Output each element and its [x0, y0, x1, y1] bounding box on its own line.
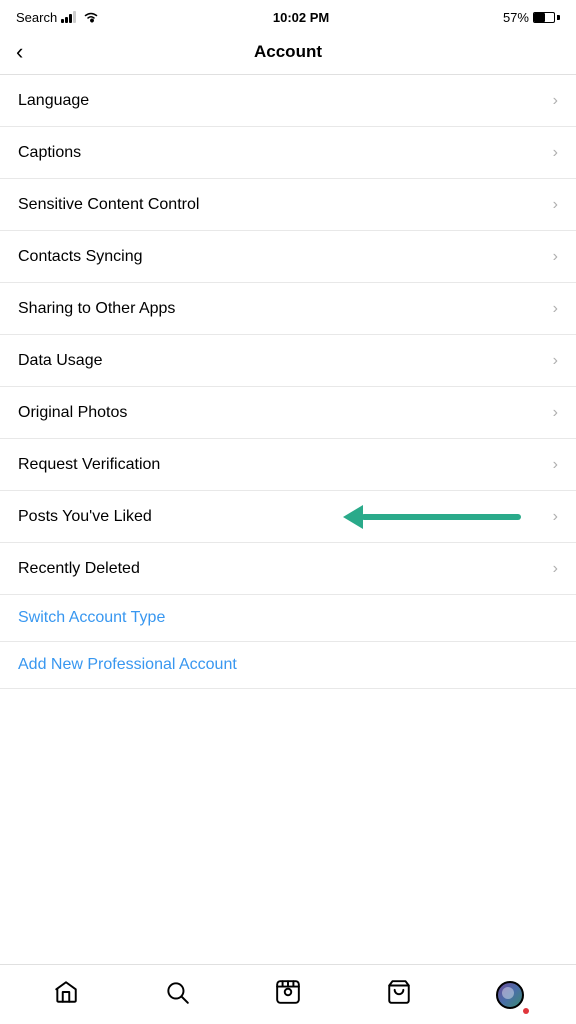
chevron-icon-data-usage: ›: [553, 352, 558, 370]
page-content: Language › Captions › Sensitive Content …: [0, 75, 576, 759]
status-right: 57%: [503, 10, 560, 25]
menu-item-contacts-syncing[interactable]: Contacts Syncing ›: [0, 231, 576, 283]
menu-item-label-data-usage: Data Usage: [18, 352, 103, 370]
menu-item-recently-deleted[interactable]: Recently Deleted ›: [0, 543, 576, 595]
chevron-icon-request-verification: ›: [553, 456, 558, 474]
menu-item-language[interactable]: Language ›: [0, 75, 576, 127]
menu-list: Language › Captions › Sensitive Content …: [0, 75, 576, 689]
chevron-icon-recently-deleted: ›: [553, 560, 558, 578]
status-left: Search: [16, 10, 99, 25]
menu-item-label-language: Language: [18, 92, 89, 110]
profile-notification-dot: [523, 1008, 529, 1014]
profile-avatar: [496, 981, 524, 1009]
menu-item-label-captions: Captions: [18, 144, 81, 162]
nav-item-profile[interactable]: [485, 970, 535, 1020]
nav-item-shop[interactable]: [374, 970, 424, 1020]
status-time: 10:02 PM: [273, 10, 329, 25]
menu-item-original-photos[interactable]: Original Photos ›: [0, 387, 576, 439]
menu-item-sensitive-content[interactable]: Sensitive Content Control ›: [0, 179, 576, 231]
nav-item-search[interactable]: [152, 970, 202, 1020]
page-header: ‹ Account: [0, 32, 576, 75]
page-title: Account: [254, 42, 322, 62]
battery-percent: 57%: [503, 10, 529, 25]
switch-account-type-link[interactable]: Switch Account Type: [0, 595, 576, 642]
status-bar: Search 10:02 PM 57%: [0, 0, 576, 32]
menu-item-label-contacts: Contacts Syncing: [18, 248, 143, 266]
menu-item-posts-liked[interactable]: Posts You've Liked ›: [0, 491, 576, 543]
signal-bars-icon: [61, 11, 76, 23]
battery-icon: [533, 12, 560, 23]
wifi-icon: [83, 11, 99, 23]
shop-icon: [386, 979, 412, 1010]
home-icon: [53, 979, 79, 1010]
menu-item-label-posts-liked: Posts You've Liked: [18, 508, 152, 526]
add-professional-account-link[interactable]: Add New Professional Account: [0, 642, 576, 689]
chevron-icon-sensitive: ›: [553, 196, 558, 214]
chevron-icon-captions: ›: [553, 144, 558, 162]
carrier-text: Search: [16, 10, 57, 25]
menu-item-label-original-photos: Original Photos: [18, 404, 127, 422]
menu-item-request-verification[interactable]: Request Verification ›: [0, 439, 576, 491]
back-button[interactable]: ‹: [16, 41, 23, 63]
chevron-icon-posts-liked: ›: [553, 508, 558, 526]
menu-item-sharing-apps[interactable]: Sharing to Other Apps ›: [0, 283, 576, 335]
reels-icon: [275, 979, 301, 1010]
chevron-icon-contacts: ›: [553, 248, 558, 266]
nav-item-home[interactable]: [41, 970, 91, 1020]
menu-item-data-usage[interactable]: Data Usage ›: [0, 335, 576, 387]
menu-item-label-request-verification: Request Verification: [18, 456, 160, 474]
menu-item-label-sensitive-content: Sensitive Content Control: [18, 196, 199, 214]
bottom-nav: [0, 964, 576, 1024]
chevron-icon-original-photos: ›: [553, 404, 558, 422]
chevron-icon-language: ›: [553, 92, 558, 110]
chevron-icon-sharing: ›: [553, 300, 558, 318]
arrow-line: [361, 514, 521, 520]
menu-item-captions[interactable]: Captions ›: [0, 127, 576, 179]
arrow-head-icon: [343, 505, 363, 529]
menu-item-label-sharing: Sharing to Other Apps: [18, 300, 175, 318]
search-icon: [164, 979, 190, 1010]
menu-item-label-recently-deleted: Recently Deleted: [18, 560, 140, 578]
arrow-annotation: [343, 505, 521, 529]
nav-item-reels[interactable]: [263, 970, 313, 1020]
